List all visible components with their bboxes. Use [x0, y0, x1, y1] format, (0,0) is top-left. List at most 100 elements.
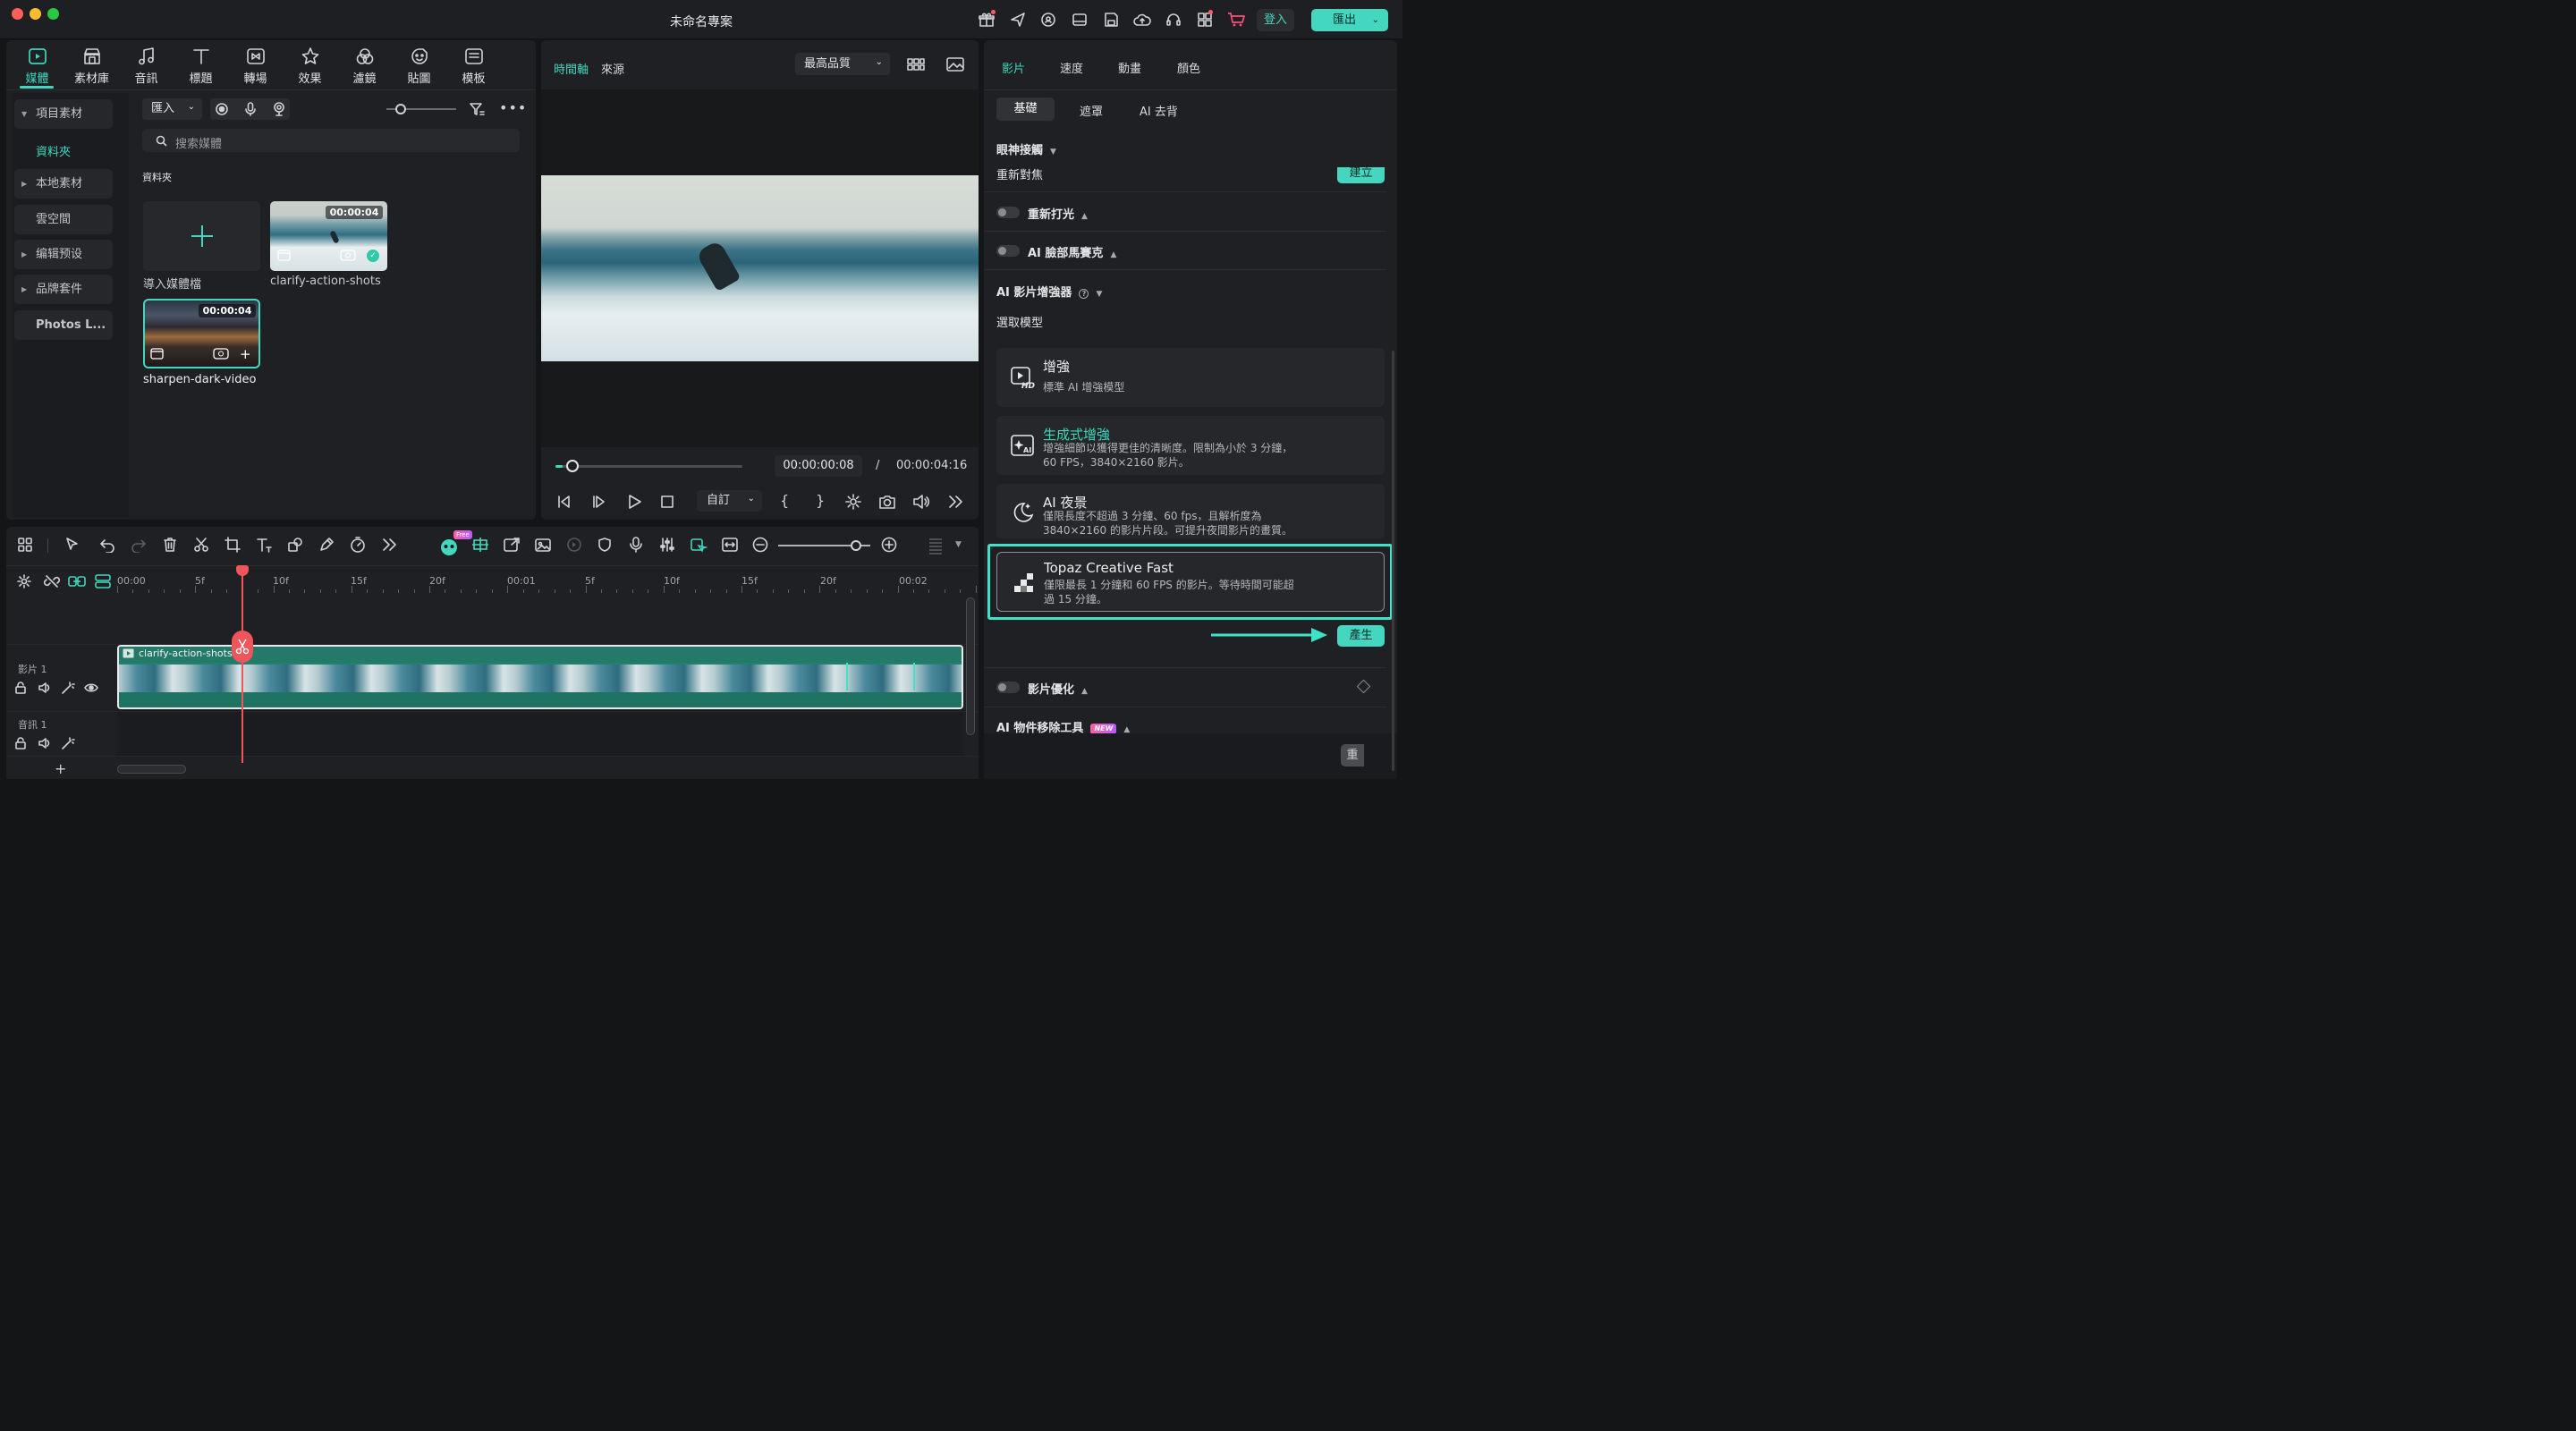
login-button[interactable]: 登入	[1257, 9, 1294, 31]
aspect-ratio-dropdown[interactable]: 自訂 ⌄	[697, 490, 762, 512]
headset-user-icon[interactable]	[1040, 12, 1056, 28]
model-card-generative[interactable]: AI 生成式增強 增強細節以獲得更佳的清晰度。限制為小於 3 分鐘， 60 FP…	[996, 416, 1385, 475]
collapse-caret-icon[interactable]: ▲	[1110, 250, 1116, 259]
subtab-basic[interactable]: 基礎	[996, 97, 1055, 121]
filter-funnel-icon[interactable]	[469, 101, 485, 117]
tab-templates[interactable]: 模板	[446, 47, 501, 86]
smart-clip-icon[interactable]	[690, 537, 708, 553]
ai-mascot-icon[interactable]	[438, 537, 460, 556]
support-headphones-icon[interactable]	[1165, 12, 1182, 28]
help-icon[interactable]: ?	[1079, 289, 1089, 299]
magic-wand-icon[interactable]	[61, 682, 75, 694]
relight-toggle[interactable]	[996, 207, 1020, 218]
next-frame-icon[interactable]	[591, 494, 607, 510]
motion-track-icon[interactable]	[565, 537, 583, 553]
lock-icon[interactable]	[14, 682, 27, 694]
webcam-icon[interactable]	[272, 102, 286, 116]
tab-library[interactable]: 素材庫	[64, 47, 119, 86]
unlink-icon[interactable]	[44, 573, 60, 589]
link-clips-icon[interactable]	[68, 573, 86, 589]
zoom-in-icon[interactable]	[881, 537, 897, 553]
speaker-icon[interactable]	[38, 682, 52, 694]
export-button[interactable]: 匯出 ⌄	[1311, 9, 1388, 31]
timeline-settings-icon[interactable]	[16, 573, 32, 589]
tab-source-preview[interactable]: 來源	[601, 60, 624, 77]
undo-icon[interactable]	[99, 537, 115, 553]
create-button[interactable]: 建立	[1337, 167, 1385, 183]
playback-progress-track[interactable]	[555, 465, 742, 468]
preview-video-frame[interactable]	[541, 175, 979, 361]
add-track-icon[interactable]: +	[55, 760, 66, 777]
text-tool-icon[interactable]	[256, 537, 272, 553]
dropdown-caret-icon[interactable]: ▼	[1096, 290, 1102, 299]
sidebar-item-folder[interactable]: 資料夾	[36, 142, 71, 159]
tab-filters[interactable]: 濾鏡	[337, 47, 392, 86]
speaker-icon[interactable]	[38, 737, 52, 749]
crop-icon[interactable]	[225, 537, 241, 553]
stop-icon[interactable]	[659, 494, 675, 510]
timeline-playhead[interactable]	[242, 572, 243, 763]
eye-icon[interactable]	[84, 682, 98, 694]
record-screen-icon[interactable]	[215, 102, 229, 116]
tab-effects[interactable]: 效果	[283, 47, 337, 86]
cart-icon[interactable]	[1227, 12, 1245, 28]
quality-dropdown[interactable]: 最高品質 ⌄	[795, 53, 890, 75]
previous-frame-icon[interactable]	[556, 494, 572, 510]
pen-draw-icon[interactable]	[318, 537, 335, 553]
timeline-vertical-scrollbar[interactable]	[966, 597, 975, 735]
timeline-horizontal-scrollbar[interactable]	[117, 765, 186, 774]
send-icon[interactable]	[1010, 12, 1026, 28]
play-icon[interactable]	[626, 494, 642, 510]
magnetic-track-icon[interactable]	[94, 573, 112, 589]
sidebar-item-presets[interactable]: ▶ 编辑预设	[14, 240, 113, 269]
tab-transitions[interactable]: 轉場	[228, 47, 283, 86]
prop-tab-color[interactable]: 顏色	[1177, 59, 1200, 76]
select-cursor-icon[interactable]	[64, 537, 80, 553]
cloud-upload-icon[interactable]	[1133, 12, 1151, 28]
tab-stickers[interactable]: 貼圖	[392, 47, 446, 86]
export-clip-icon[interactable]	[503, 537, 521, 553]
tab-titles[interactable]: 標題	[174, 47, 228, 86]
subtab-ai-cutout[interactable]: AI 去背	[1140, 102, 1178, 119]
playhead-knob[interactable]	[566, 460, 579, 472]
split-button[interactable]	[232, 631, 253, 663]
camera-snapshot-icon[interactable]	[878, 494, 896, 510]
delete-trash-icon[interactable]	[162, 537, 178, 553]
reset-button[interactable]: 重	[1341, 744, 1364, 766]
mark-in-icon[interactable]: {	[780, 492, 789, 509]
sidebar-item-project-media[interactable]: ▼ 項目素材	[14, 99, 113, 129]
lock-icon[interactable]	[14, 737, 27, 749]
prop-tab-video[interactable]: 影片	[1002, 59, 1025, 76]
model-card-topaz[interactable]: Topaz Creative Fast 僅限最長 1 分鐘和 60 FPS 的影…	[996, 552, 1385, 612]
properties-scrollbar[interactable]	[1392, 351, 1394, 771]
track-density-icon[interactable]	[928, 537, 944, 555]
timeline-zoom-knob[interactable]	[851, 540, 861, 551]
collapse-caret-icon[interactable]: ▲	[1081, 212, 1088, 221]
add-to-timeline-icon[interactable]: +	[240, 346, 251, 362]
collapse-caret-icon[interactable]: ▲	[1081, 687, 1088, 696]
layout-grid-icon[interactable]	[17, 537, 33, 553]
redo-icon[interactable]	[131, 537, 147, 553]
volume-icon[interactable]	[912, 494, 930, 510]
voiceover-mic-icon[interactable]	[628, 537, 644, 553]
subtab-mask[interactable]: 遮罩	[1080, 102, 1103, 119]
audio-mixer-icon[interactable]	[659, 537, 675, 553]
zoom-slider-knob[interactable]	[395, 104, 406, 114]
generate-button[interactable]: 產生	[1337, 625, 1385, 647]
image-snapshot-icon[interactable]	[945, 56, 965, 72]
tab-audio[interactable]: 音訊	[119, 47, 174, 86]
split-scissors-icon[interactable]	[193, 537, 209, 553]
sidebar-item-photos[interactable]: Photos L...	[14, 310, 113, 340]
magic-wand-icon[interactable]	[61, 737, 75, 749]
mark-out-icon[interactable]: }	[816, 492, 825, 509]
more-tools-icon[interactable]	[381, 537, 397, 553]
track-options-caret-icon[interactable]: ▼	[955, 540, 962, 549]
prop-tab-speed[interactable]: 速度	[1060, 59, 1083, 76]
import-dropdown[interactable]: 匯入 ⌄	[142, 98, 202, 120]
speed-timer-icon[interactable]	[350, 537, 366, 553]
auto-reframe-icon[interactable]	[471, 537, 489, 553]
grid-view-icon[interactable]	[906, 56, 926, 72]
dropdown-caret-icon[interactable]: ▼	[1050, 148, 1056, 157]
shield-icon[interactable]	[597, 537, 613, 553]
zoom-out-icon[interactable]	[752, 537, 768, 553]
